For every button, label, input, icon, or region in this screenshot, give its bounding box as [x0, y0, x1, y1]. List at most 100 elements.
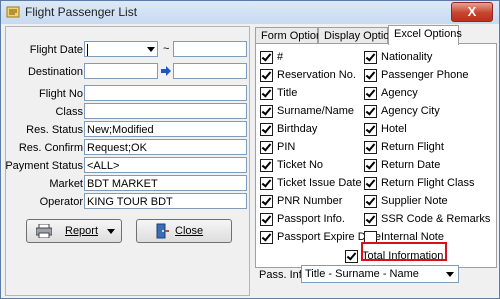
tab-form-options[interactable]: Form Options [255, 27, 328, 44]
flight-date-row: Flight Date ~ [6, 41, 249, 59]
flight-no-label: Flight No [38, 88, 83, 100]
checkbox[interactable] [345, 250, 358, 263]
option-label: # [277, 51, 284, 63]
option-label: Ticket No [277, 159, 324, 171]
checkbox[interactable] [364, 159, 377, 172]
checkbox[interactable] [364, 213, 377, 226]
option-ssr-code-remarks[interactable]: SSR Code & Remarks & Extr [364, 213, 494, 227]
flight-date-label: Flight Date [29, 44, 83, 56]
chevron-down-icon [147, 47, 155, 52]
report-button-label: Report [65, 225, 99, 237]
checkbox[interactable] [260, 159, 273, 172]
exit-door-icon [156, 223, 169, 239]
payment-status-label: Payment Status [5, 160, 83, 172]
window-close-button[interactable]: X [451, 2, 493, 22]
checkbox[interactable] [260, 123, 273, 136]
option-label: Nationality [381, 51, 433, 63]
pass-info-value: Title - Surname - Name [305, 268, 419, 280]
checkbox[interactable] [260, 141, 273, 154]
close-button-label: Close [175, 225, 204, 237]
checkbox[interactable] [364, 51, 377, 64]
checkbox[interactable] [260, 51, 273, 64]
checkbox[interactable] [260, 177, 273, 190]
res-confirm-row: Res. Confirm Request;OK [6, 139, 249, 157]
option-label: Agency [381, 87, 418, 99]
text-cursor [87, 44, 88, 56]
res-status-field[interactable]: New;Modified [84, 121, 247, 137]
option-label: Agency City [381, 105, 440, 117]
checkbox[interactable] [260, 69, 273, 82]
res-status-row: Res. Status New;Modified [6, 121, 249, 139]
destination-to-field[interactable] [173, 63, 247, 79]
operator-field[interactable]: KING TOUR BDT [84, 193, 247, 209]
option-label: Passport Info. [277, 213, 345, 225]
operator-label: Operator [39, 196, 83, 208]
checkbox[interactable] [260, 105, 273, 118]
filter-panel: Flight Date ~ Destination Flight No Clas… [5, 26, 250, 296]
res-status-value: New;Modified [87, 124, 154, 136]
flight-date-to-field[interactable] [173, 41, 247, 57]
operator-value: KING TOUR BDT [87, 196, 173, 208]
flight-no-row: Flight No [6, 85, 249, 103]
option-label: Return Flight [381, 141, 444, 153]
option-label: Hotel [381, 123, 407, 135]
content-area: Flight Date ~ Destination Flight No Clas… [4, 24, 497, 296]
market-value: BDT MARKET [87, 178, 158, 190]
res-confirm-field[interactable]: Request;OK [84, 139, 247, 155]
chevron-down-icon[interactable] [107, 229, 115, 234]
checkbox[interactable] [260, 195, 273, 208]
printer-icon [36, 224, 52, 238]
option-label: PNR Number [277, 195, 343, 207]
option-label: Supplier Note [381, 195, 448, 207]
checkbox[interactable] [260, 87, 273, 100]
checkbox[interactable] [364, 141, 377, 154]
market-row: Market BDT MARKET [6, 175, 249, 193]
payment-status-value: <ALL> [87, 160, 120, 172]
destination-row: Destination [6, 63, 249, 81]
flight-no-field[interactable] [84, 85, 247, 101]
operator-row: Operator KING TOUR BDT [6, 193, 249, 211]
checkbox[interactable] [260, 231, 273, 244]
option-label: Surname/Name [277, 105, 355, 117]
window-title: Flight Passenger List [25, 5, 138, 19]
market-field[interactable]: BDT MARKET [84, 175, 247, 191]
tab-display-options[interactable]: Display Options [318, 27, 401, 44]
payment-status-field[interactable]: <ALL> [84, 157, 247, 173]
date-range-separator: ~ [163, 43, 170, 55]
arrow-right-icon[interactable] [161, 66, 171, 76]
option-label: Ticket Issue Date [277, 177, 362, 189]
chevron-down-icon [446, 272, 454, 277]
checkbox[interactable] [364, 177, 377, 190]
market-label: Market [49, 178, 83, 190]
option-label: PIN [277, 141, 296, 153]
close-button[interactable]: Close [136, 219, 232, 243]
checkbox[interactable] [364, 105, 377, 118]
payment-status-row: Payment Status <ALL> [5, 157, 249, 175]
checkbox[interactable] [260, 213, 273, 226]
class-row: Class [6, 103, 249, 121]
report-button[interactable]: Report [26, 219, 122, 243]
tab-excel-options[interactable]: Excel Options [388, 25, 462, 45]
title-bar: Flight Passenger List X [1, 1, 499, 24]
option-label: Reservation No. [277, 69, 356, 81]
res-confirm-label: Res. Confirm [18, 142, 83, 154]
destination-from-field[interactable] [84, 63, 158, 79]
res-confirm-value: Request;OK [87, 142, 147, 154]
checkbox[interactable] [364, 69, 377, 82]
class-label: Class [55, 106, 83, 118]
checkbox[interactable] [364, 195, 377, 208]
checkbox[interactable] [364, 123, 377, 136]
pass-info-select[interactable]: Title - Surname - Name [301, 265, 459, 283]
option-label: Birthday [277, 123, 318, 135]
class-field[interactable] [84, 103, 247, 119]
highlight-box [361, 242, 447, 261]
destination-label: Destination [27, 66, 83, 78]
flight-passenger-list-window: Flight Passenger List X Flight Date ~ De… [0, 0, 500, 299]
checkbox[interactable] [364, 87, 377, 100]
option-label: Return Date [381, 159, 441, 171]
flight-date-from-dropdown[interactable] [84, 41, 158, 57]
app-icon [6, 6, 20, 18]
option-label: Return Flight Class [381, 177, 475, 189]
option-label: Title [277, 87, 298, 99]
option-label: Passenger Phone [381, 69, 469, 81]
